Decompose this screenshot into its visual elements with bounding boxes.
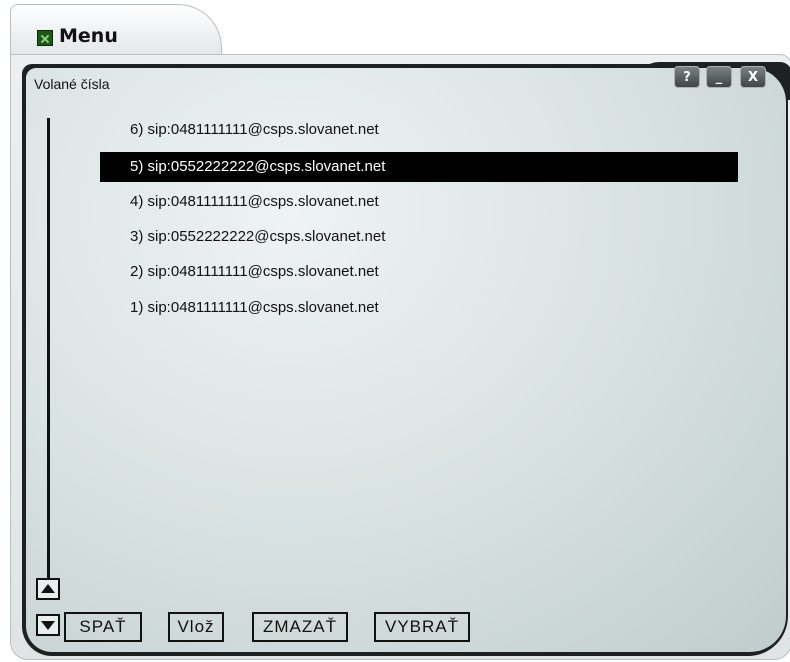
minimize-button[interactable]: _ [706,66,732,88]
select-button[interactable]: VYBRAŤ [374,612,470,642]
app-icon [37,30,53,46]
scroll-up-button[interactable] [36,578,60,600]
delete-button[interactable]: ZMAZAŤ [252,612,348,642]
close-button[interactable]: X [740,66,766,88]
list-item[interactable]: 4) sip:0481111111@csps.slovanet.net [100,187,738,217]
back-button[interactable]: SPAŤ [64,612,142,642]
window-title: Menu [59,25,118,47]
list-item[interactable]: 1) sip:0481111111@csps.slovanet.net [100,293,738,323]
list-item[interactable]: 6) sip:0481111111@csps.slovanet.net [100,115,738,145]
insert-button[interactable]: Vlož [168,612,224,642]
scroll-down-button[interactable] [36,614,60,636]
scroll-track[interactable] [47,118,50,578]
list-item[interactable]: 3) sip:0552222222@csps.slovanet.net [100,222,738,252]
list-item[interactable]: 2) sip:0481111111@csps.slovanet.net [100,257,738,287]
help-button[interactable]: ? [674,66,700,88]
panel-title: Volané čísla [34,76,110,92]
list-item-selected[interactable]: 5) sip:0552222222@csps.slovanet.net [100,152,738,182]
